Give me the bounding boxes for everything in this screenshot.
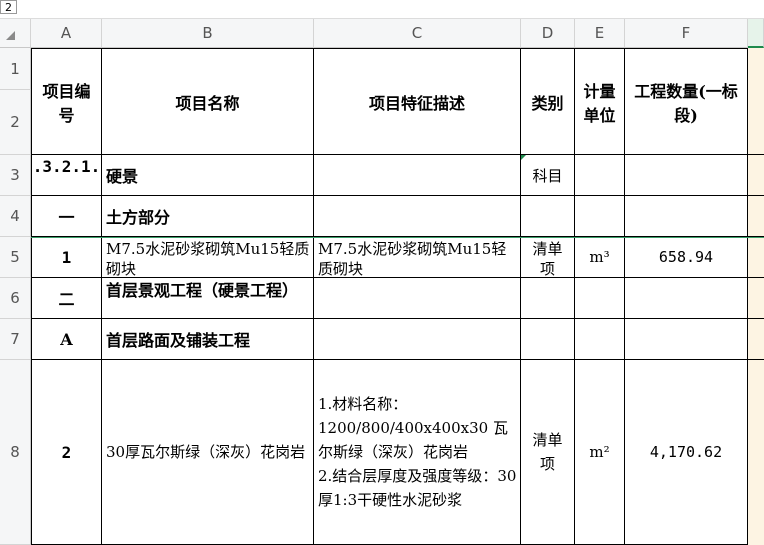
column-header-f[interactable]: F — [625, 19, 748, 48]
column-header-c[interactable]: C — [314, 19, 521, 48]
outline-bar: 2 — [0, 0, 764, 19]
cell-a3[interactable]: 2.3.2.1.1 — [31, 155, 102, 196]
cell-c3[interactable] — [314, 155, 521, 196]
column-header-d[interactable]: D — [521, 19, 575, 48]
row-header-5[interactable]: 5 — [0, 237, 31, 278]
column-header-a[interactable]: A — [31, 19, 102, 48]
cell-a4[interactable]: 一 — [31, 196, 102, 237]
column-header-e[interactable]: E — [575, 19, 625, 48]
header-item-name[interactable]: 项目名称 — [102, 48, 314, 155]
cell-g1[interactable] — [747, 48, 764, 90]
cell-f5[interactable]: 658.94 — [625, 237, 748, 278]
cell-g4[interactable] — [747, 196, 764, 237]
cell-a5[interactable]: 1 — [31, 237, 102, 278]
cell-d8[interactable]: 清单项 — [521, 360, 575, 545]
cell-g5[interactable] — [747, 237, 764, 278]
cell-f7[interactable] — [625, 319, 748, 360]
column-header-b[interactable]: B — [102, 19, 314, 48]
cell-c7[interactable] — [314, 319, 521, 360]
cell-e3[interactable] — [575, 155, 625, 196]
header-unit[interactable]: 计量单位 — [575, 48, 625, 155]
row-header-1[interactable]: 1 — [0, 48, 31, 90]
row-header-6[interactable]: 6 — [0, 278, 31, 319]
cell-c8[interactable]: 1.材料名称：1200/800/400x400x30 瓦尔斯绿（深灰）花岗岩 2… — [314, 360, 521, 545]
row-header-2[interactable]: 2 — [0, 90, 31, 155]
column-g-border — [747, 48, 748, 545]
cell-e6[interactable] — [575, 278, 625, 319]
cell-e7[interactable] — [575, 319, 625, 360]
cell-c4[interactable] — [314, 196, 521, 237]
cell-b8[interactable]: 30厚瓦尔斯绿（深灰）花岗岩 — [102, 360, 314, 545]
cell-a7[interactable]: A — [31, 319, 102, 360]
row-header-4[interactable]: 4 — [0, 196, 31, 237]
cell-f4[interactable] — [625, 196, 748, 237]
header-qty[interactable]: 工程数量(一标段) — [625, 48, 748, 155]
header-category[interactable]: 类别 — [521, 48, 575, 155]
cell-b7[interactable]: 首层路面及铺装工程 — [102, 319, 314, 360]
cell-b5[interactable]: M7.5水泥砂浆砌筑Mu15轻质砌块 — [102, 237, 314, 278]
cell-c5[interactable]: M7.5水泥砂浆砌筑Mu15轻质砌块 — [314, 237, 521, 278]
header-item-desc[interactable]: 项目特征描述 — [314, 48, 521, 155]
row-header-3[interactable]: 3 — [0, 155, 31, 196]
cell-a6[interactable]: 二 — [31, 278, 102, 319]
cell-f3[interactable] — [625, 155, 748, 196]
cell-g2[interactable] — [747, 90, 764, 155]
cell-d6[interactable] — [521, 278, 575, 319]
outline-level-button[interactable]: 2 — [0, 0, 17, 14]
cell-d7[interactable] — [521, 319, 575, 360]
cell-d4[interactable] — [521, 196, 575, 237]
cell-e8[interactable]: m² — [575, 360, 625, 545]
header-item-no[interactable]: 项目编号 — [31, 48, 102, 155]
cell-g7[interactable] — [747, 319, 764, 360]
cell-g3[interactable] — [747, 155, 764, 196]
cell-e5[interactable]: m³ — [575, 237, 625, 278]
cell-b6[interactable]: 首层景观工程（硬景工程） — [102, 278, 314, 319]
row-header-7[interactable]: 7 — [0, 319, 31, 360]
cell-f8[interactable]: 4,170.62 — [625, 360, 748, 545]
cell-g6[interactable] — [747, 278, 764, 319]
cell-f6[interactable] — [625, 278, 748, 319]
cell-b3[interactable]: 硬景 — [102, 155, 314, 196]
column-header-g[interactable] — [748, 19, 764, 48]
cell-note-indicator — [521, 155, 526, 160]
cell-a8[interactable]: 2 — [31, 360, 102, 545]
cell-d3[interactable]: 科目 — [521, 155, 575, 196]
row-header-8[interactable]: 8 — [0, 360, 31, 545]
cell-e4[interactable] — [575, 196, 625, 237]
row-selection-line — [31, 237, 764, 238]
cell-g8[interactable] — [747, 360, 764, 545]
cell-d5[interactable]: 清单项 — [521, 237, 575, 278]
cell-c6[interactable] — [314, 278, 521, 319]
select-all-corner[interactable] — [0, 19, 31, 48]
select-all-icon — [6, 31, 15, 40]
cell-b4[interactable]: 土方部分 — [102, 196, 314, 237]
